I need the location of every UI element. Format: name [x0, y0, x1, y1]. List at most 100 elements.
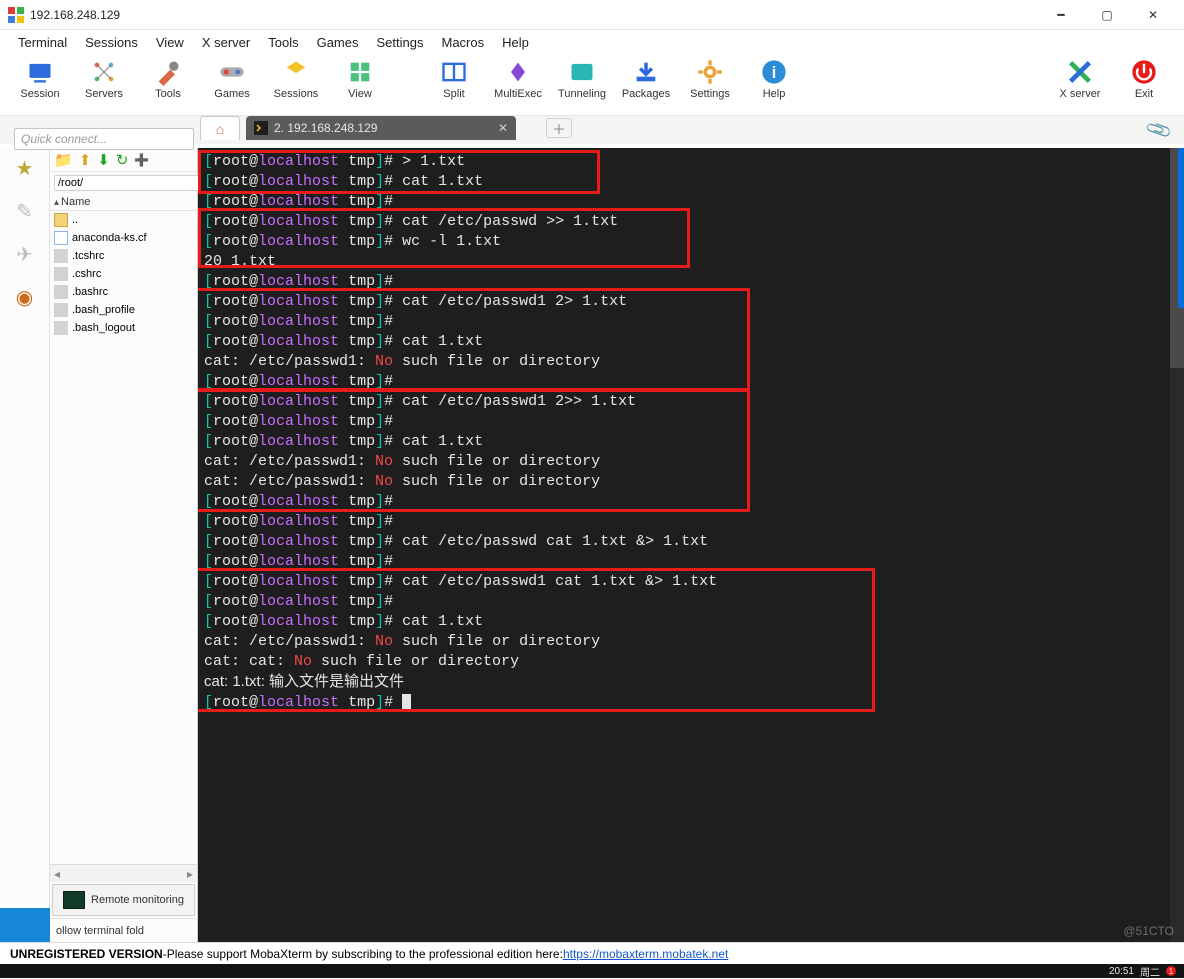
tunneling-icon: [568, 58, 596, 86]
status-msg: Please support MobaXterm by subscribing …: [167, 947, 563, 961]
tb-view[interactable]: View: [328, 58, 392, 100]
file-row[interactable]: ..: [50, 211, 197, 229]
tab-close-icon[interactable]: ✕: [498, 121, 508, 135]
file-name: .bash_profile: [72, 304, 135, 316]
menu-settings[interactable]: Settings: [369, 33, 432, 52]
tb-servers-label: Servers: [85, 88, 123, 100]
tb-split[interactable]: Split: [422, 58, 486, 100]
file-row[interactable]: .cshrc: [50, 265, 197, 283]
new-tab-button[interactable]: ＋: [546, 118, 572, 138]
file-icon: [54, 285, 68, 299]
tb-help-label: Help: [763, 88, 786, 100]
maximize-button[interactable]: ▢: [1084, 1, 1130, 29]
quick-connect-input[interactable]: Quick connect...: [14, 128, 194, 150]
sftp-path-row: ✓: [50, 172, 197, 194]
menubar: Terminal Sessions View X server Tools Ga…: [0, 30, 1184, 54]
terminal-line: [root@localhost tmp]# cat /etc/passwd1 2…: [204, 292, 1178, 312]
multiexec-icon: [504, 58, 532, 86]
tb-servers[interactable]: Servers: [72, 58, 136, 100]
status-link[interactable]: https://mobaxterm.mobatek.net: [563, 947, 728, 961]
sftp-path-input[interactable]: [54, 175, 204, 191]
taskbar-time: 20:51: [1109, 966, 1134, 977]
sftp-panel: 📁 ⬆ ⬇ ↻ ➕ ✓ ▴Name .. anaconda-ks.cf .tcshr…: [50, 148, 198, 942]
tb-xserver[interactable]: X server: [1048, 58, 1112, 100]
close-button[interactable]: ✕: [1130, 1, 1176, 29]
menu-view[interactable]: View: [148, 33, 192, 52]
file-row[interactable]: .bashrc: [50, 283, 197, 301]
remote-monitoring-button[interactable]: Remote monitoring: [52, 884, 195, 916]
newfolder-icon[interactable]: ➕: [134, 153, 149, 167]
app-logo-icon: [8, 7, 24, 23]
file-row[interactable]: .bash_logout: [50, 319, 197, 337]
tb-session[interactable]: Session: [8, 58, 72, 100]
file-row[interactable]: .bash_profile: [50, 301, 197, 319]
tools-icon: [154, 58, 182, 86]
tb-exit[interactable]: Exit: [1112, 58, 1176, 100]
star-icon[interactable]: ★: [16, 156, 34, 181]
tb-tools-label: Tools: [155, 88, 181, 100]
tb-help[interactable]: i Help: [742, 58, 806, 100]
file-icon: [54, 321, 68, 335]
tb-settings-label: Settings: [690, 88, 730, 100]
taskbar: 20:51 周二 1: [0, 964, 1184, 978]
tb-settings[interactable]: Settings: [678, 58, 742, 100]
tb-session-label: Session: [20, 88, 59, 100]
sftp-icon[interactable]: ◉: [16, 285, 33, 310]
menu-games[interactable]: Games: [309, 33, 367, 52]
file-name: .bashrc: [72, 286, 108, 298]
tb-packages[interactable]: Packages: [614, 58, 678, 100]
file-name: .tcshrc: [72, 250, 104, 262]
folder-icon[interactable]: 📁: [54, 151, 73, 169]
watermark: @51CTO: [1123, 924, 1174, 938]
sftp-toolbar: 📁 ⬆ ⬇ ↻ ➕: [50, 148, 197, 172]
terminal-line: [root@localhost tmp]# wc -l 1.txt: [204, 232, 1178, 252]
terminal[interactable]: [root@localhost tmp]# > 1.txt[root@local…: [198, 148, 1184, 942]
file-icon: [54, 267, 68, 281]
file-row[interactable]: anaconda-ks.cf: [50, 229, 197, 247]
tb-multiexec[interactable]: MultiExec: [486, 58, 550, 100]
sftp-scrollbar[interactable]: ◂▸: [50, 864, 197, 882]
tb-sessions-label: Sessions: [274, 88, 319, 100]
menu-xserver[interactable]: X server: [194, 33, 258, 52]
tb-tools[interactable]: Tools: [136, 58, 200, 100]
tb-sessions[interactable]: Sessions: [264, 58, 328, 100]
servers-icon: [90, 58, 118, 86]
taskbar-badge: 1: [1166, 966, 1176, 976]
view-icon: [346, 58, 374, 86]
session-tab[interactable]: 2. 192.168.248.129 ✕: [246, 116, 516, 140]
menu-sessions[interactable]: Sessions: [77, 33, 146, 52]
terminal-line: cat: /etc/passwd1: No such file or direc…: [204, 352, 1178, 372]
file-name: .cshrc: [72, 268, 101, 280]
menu-help[interactable]: Help: [494, 33, 537, 52]
upload-icon[interactable]: ⬆: [79, 151, 92, 169]
refresh-icon[interactable]: ↻: [116, 151, 129, 169]
home-icon: ⌂: [216, 121, 224, 137]
follow-terminal-label: ollow terminal fold: [56, 925, 144, 937]
titlebar: 192.168.248.129 ━ ▢ ✕: [0, 0, 1184, 30]
terminal-line: [root@localhost tmp]# cat 1.txt: [204, 172, 1178, 192]
xserver-icon: [1066, 58, 1094, 86]
paperclip-icon[interactable]: 📎: [1144, 116, 1174, 145]
tb-games[interactable]: Games: [200, 58, 264, 100]
pencil-icon[interactable]: ✎: [16, 199, 33, 224]
download-icon[interactable]: ⬇: [97, 151, 110, 169]
file-row[interactable]: .tcshrc: [50, 247, 197, 265]
terminal-line: 20 1.txt: [204, 252, 1178, 272]
terminal-line: [root@localhost tmp]# cat /etc/passwd ca…: [204, 532, 1178, 552]
macro-icon[interactable]: ✈: [16, 242, 33, 267]
menu-tools[interactable]: Tools: [260, 33, 306, 52]
follow-terminal-row[interactable]: ollow terminal fold: [50, 918, 197, 942]
sort-arrow-icon: ▴: [54, 197, 59, 208]
packages-icon: [632, 58, 660, 86]
menu-macros[interactable]: Macros: [433, 33, 492, 52]
minimize-button[interactable]: ━: [1038, 1, 1084, 29]
help-icon: i: [760, 58, 788, 86]
terminal-line: cat: /etc/passwd1: No such file or direc…: [204, 632, 1178, 652]
file-name: anaconda-ks.cf: [72, 232, 147, 244]
terminal-line: [root@localhost tmp]#: [204, 552, 1178, 572]
tb-tunneling[interactable]: Tunneling: [550, 58, 614, 100]
menu-terminal[interactable]: Terminal: [10, 33, 75, 52]
home-tab[interactable]: ⌂: [200, 116, 240, 140]
file-header[interactable]: ▴Name: [50, 194, 197, 211]
terminal-line: cat: /etc/passwd1: No such file or direc…: [204, 452, 1178, 472]
